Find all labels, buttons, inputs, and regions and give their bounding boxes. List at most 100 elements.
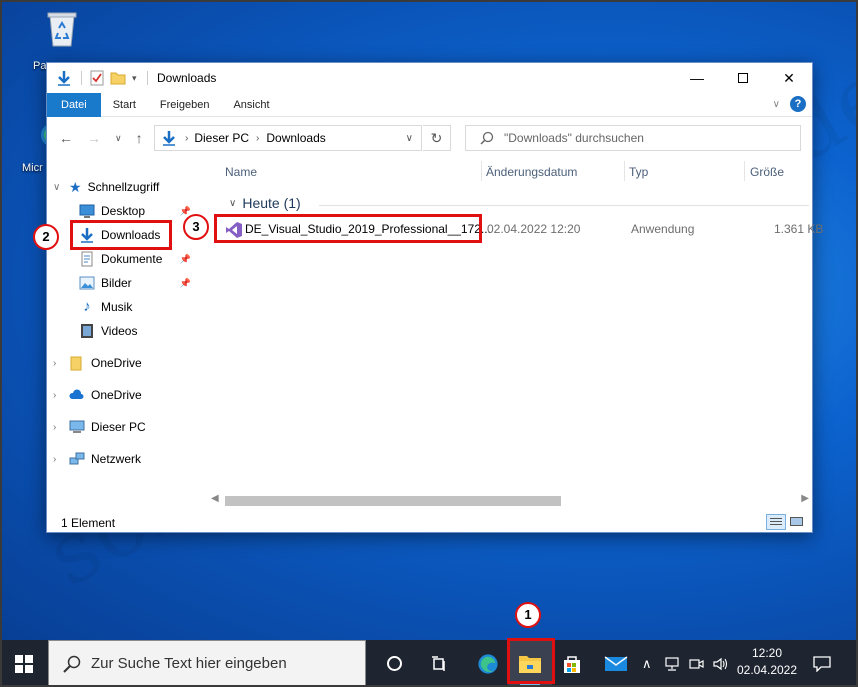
maximize-button[interactable] (720, 63, 766, 93)
sidebar-item-desktop[interactable]: Desktop 📌 (79, 200, 201, 222)
task-view-button[interactable] (418, 640, 462, 687)
network-status-icon[interactable] (664, 656, 680, 671)
customize-toolbar-chevron-icon[interactable]: ▾ (132, 73, 137, 84)
recycle-bin-desktop-icon[interactable] (38, 8, 86, 51)
column-header-size[interactable]: Größe (750, 165, 784, 179)
sidebar-item-dokumente[interactable]: Dokumente 📌 (79, 248, 201, 270)
annotation-badge-3: 3 (183, 214, 209, 240)
scroll-left-icon[interactable]: ◀ (211, 493, 219, 504)
taskbar-edge-button[interactable] (466, 640, 510, 687)
notification-center-button[interactable] (800, 640, 844, 687)
sidebar-item-onedrive-folder[interactable]: › OneDrive (53, 352, 142, 374)
details-view-button[interactable] (766, 514, 786, 530)
tab-start[interactable]: Start (101, 93, 148, 117)
ribbon-tabs: Datei Start Freigeben Ansicht (47, 92, 812, 117)
group-collapse-chevron-icon[interactable]: ∨ (229, 198, 236, 209)
windows-logo-icon (15, 654, 33, 673)
pin-icon: 📌 (179, 253, 191, 264)
sidebar-item-bilder[interactable]: Bilder 📌 (79, 272, 201, 294)
file-type: Anwendung (631, 222, 695, 236)
sidebar-item-label: Musik (101, 300, 133, 314)
pictures-icon (79, 276, 95, 290)
horizontal-scrollbar[interactable]: ◀ ▶ (209, 493, 813, 509)
navigation-pane: ∨ ★ Schnellzugriff Desktop 📌 Downloads D… (47, 163, 205, 503)
forward-arrow-icon[interactable]: → (87, 130, 101, 146)
properties-icon[interactable] (90, 70, 104, 86)
column-divider[interactable] (481, 161, 482, 181)
taskbar-search[interactable]: Zur Suche Text hier eingeben (48, 640, 366, 687)
scroll-right-icon[interactable]: ▶ (801, 493, 809, 504)
highlight-file (214, 214, 482, 243)
file-modified: 02.04.2022 12:20 (487, 222, 581, 236)
clock-date: 02.04.2022 (736, 663, 798, 677)
tab-ansicht[interactable]: Ansicht (221, 93, 281, 117)
system-tray: ∧ (642, 640, 728, 687)
expanded-chevron-icon[interactable]: ∨ (53, 182, 63, 193)
breadcrumb-dieser-pc[interactable]: Dieser PC (194, 131, 249, 145)
taskbar-search-placeholder: Zur Suche Text hier eingeben (91, 655, 287, 672)
sidebar-item-label: Schnellzugriff (87, 180, 160, 194)
recent-locations-chevron-icon[interactable]: ∨ (115, 133, 122, 144)
column-header-modified[interactable]: Änderungsdatum (486, 165, 577, 179)
computer-icon (69, 420, 85, 433)
document-icon (81, 251, 93, 267)
back-arrow-icon[interactable]: ← (59, 130, 73, 146)
column-header-name[interactable]: Name (225, 165, 257, 179)
taskbar-clock[interactable]: 12:20 02.04.2022 (732, 645, 802, 679)
quick-access-toolbar: ▾ (47, 69, 148, 87)
group-header-today[interactable]: ∨ Heute (1) (229, 195, 301, 211)
refresh-button[interactable]: ↻ (423, 125, 451, 151)
sidebar-item-onedrive[interactable]: › OneDrive (53, 384, 142, 406)
sidebar-item-label: Netzwerk (91, 452, 142, 466)
minimize-button[interactable]: — (674, 63, 720, 93)
column-header-type[interactable]: Typ (629, 165, 648, 179)
taskbar-mail-button[interactable] (594, 640, 638, 687)
collapsed-chevron-icon[interactable]: › (53, 422, 63, 433)
sidebar-item-videos[interactable]: Videos (79, 320, 137, 342)
cortana-button[interactable] (372, 640, 416, 687)
column-divider[interactable] (744, 161, 745, 181)
sidebar-item-musik[interactable]: ♪ Musik (79, 296, 132, 318)
tray-overflow-chevron-icon[interactable]: ∧ (642, 656, 652, 672)
volume-icon[interactable] (712, 657, 728, 671)
expand-ribbon-chevron-icon[interactable]: ∨ (773, 99, 780, 110)
sidebar-item-dieser-pc[interactable]: › Dieser PC (53, 416, 146, 438)
window-title: Downloads (157, 71, 217, 85)
details-view-icon (770, 518, 782, 519)
taskbar-store-button[interactable] (550, 640, 594, 687)
new-folder-icon[interactable] (110, 70, 126, 86)
desktop-icon-label-1[interactable]: Pa (33, 60, 46, 72)
column-divider[interactable] (624, 161, 625, 181)
sidebar-item-netzwerk[interactable]: › Netzwerk (53, 448, 141, 470)
sidebar-item-schnellzugriff[interactable]: ∨ ★ Schnellzugriff (53, 176, 159, 198)
breadcrumb-separator-icon[interactable]: › (256, 133, 259, 144)
breadcrumb-downloads[interactable]: Downloads (266, 131, 325, 145)
breadcrumb-separator-icon[interactable]: › (185, 133, 188, 144)
address-bar[interactable]: › Dieser PC › Downloads ∨ (154, 125, 422, 151)
address-dropdown-chevron-icon[interactable]: ∨ (406, 133, 413, 144)
desktop-icon-label-2[interactable]: Micr (22, 162, 43, 174)
close-button[interactable]: ✕ (766, 63, 812, 93)
collapsed-chevron-icon[interactable]: › (53, 454, 63, 465)
folder-icon (70, 356, 82, 371)
help-icon[interactable]: ? (790, 96, 806, 112)
status-item-count: 1 Element (61, 516, 116, 530)
up-arrow-icon[interactable]: ↑ (136, 130, 143, 146)
large-icons-view-button[interactable] (788, 514, 806, 530)
collapsed-chevron-icon[interactable]: › (53, 390, 63, 401)
tab-freigeben[interactable]: Freigeben (148, 93, 222, 117)
meet-now-icon[interactable] (688, 657, 704, 671)
sidebar-item-label: OneDrive (91, 356, 142, 370)
download-arrow-icon[interactable] (55, 69, 73, 87)
collapsed-chevron-icon[interactable]: › (53, 358, 63, 369)
ribbon-right-controls: ∨ ? (773, 96, 806, 112)
tab-datei[interactable]: Datei (47, 92, 101, 117)
desktop-icon (79, 204, 95, 218)
search-box[interactable]: "Downloads" durchsuchen (465, 125, 801, 151)
title-bar[interactable]: ▾ Downloads — ✕ (47, 63, 812, 93)
explorer-window: ▾ Downloads — ✕ Datei Start Freigeben An… (46, 62, 823, 533)
file-size: 1.361 KB (774, 222, 824, 236)
start-button[interactable] (0, 640, 48, 687)
scroll-thumb[interactable] (225, 496, 561, 506)
notification-icon (813, 655, 831, 672)
